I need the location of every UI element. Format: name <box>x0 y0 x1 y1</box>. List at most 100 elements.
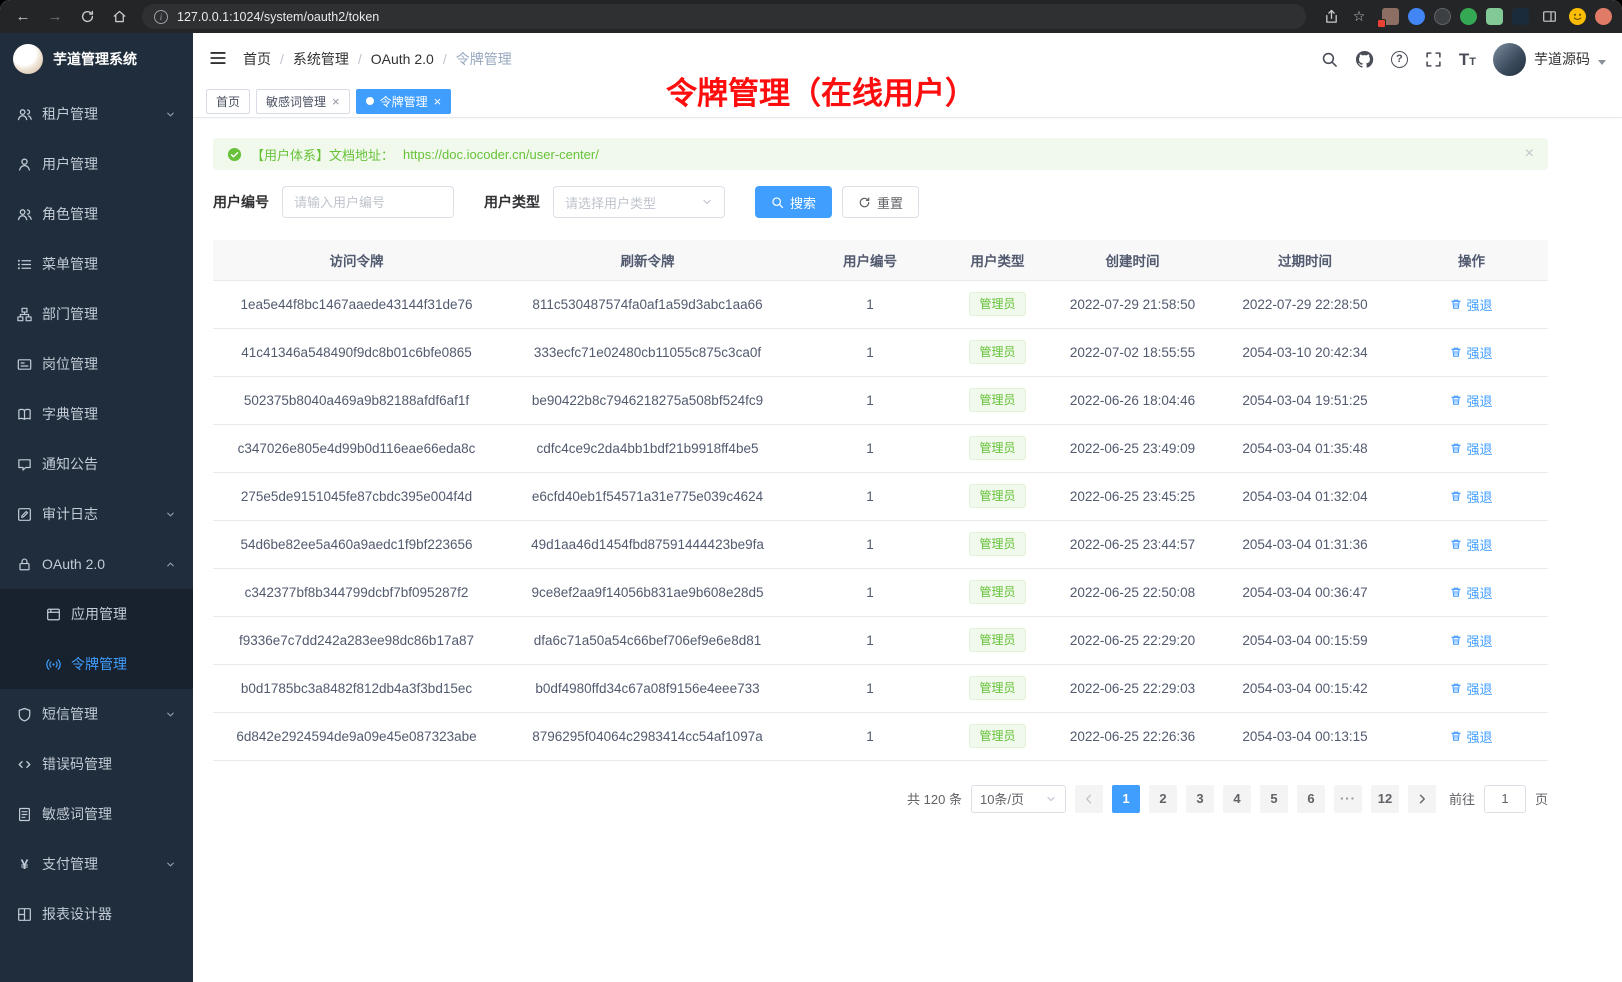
sidebar-item-dept[interactable]: 部门管理 <box>0 289 193 339</box>
user-type-cell: 管理员 <box>945 376 1050 424</box>
doc-link[interactable]: https://doc.iocoder.cn/user-center/ <box>403 147 599 162</box>
user-type-badge: 管理员 <box>969 724 1025 748</box>
force-logout-button[interactable]: 强退 <box>1450 583 1492 602</box>
action-cell: 强退 <box>1395 616 1548 664</box>
force-logout-label: 强退 <box>1466 487 1492 506</box>
collapse-sidebar-button[interactable] <box>209 49 229 69</box>
force-logout-button[interactable]: 强退 <box>1450 295 1492 314</box>
access-token-cell: 6d842e2924594de9a09e45e087323abe <box>213 712 500 760</box>
force-logout-button[interactable]: 强退 <box>1450 439 1492 458</box>
sidebar-item-dict[interactable]: 字典管理 <box>0 389 193 439</box>
home-button[interactable] <box>106 4 132 30</box>
github-button[interactable] <box>1355 50 1374 69</box>
url-text[interactable]: 127.0.0.1:1024/system/oauth2/token <box>177 10 379 24</box>
access-token-cell: 275e5de9151045fe87cbdc395e004f4d <box>213 472 500 520</box>
breadcrumb-oauth2[interactable]: OAuth 2.0 <box>371 51 434 67</box>
breadcrumb-home[interactable]: 首页 <box>243 49 271 69</box>
goto-page-input[interactable] <box>1484 785 1526 813</box>
split-view-button[interactable] <box>1538 6 1560 28</box>
sidebar-item-sms[interactable]: 短信管理 <box>0 689 193 739</box>
people-icon <box>17 107 32 122</box>
font-size-button[interactable]: TT <box>1459 51 1476 68</box>
trash-icon <box>1450 346 1462 358</box>
fullscreen-button[interactable] <box>1425 51 1442 68</box>
forward-button[interactable]: → <box>42 4 68 30</box>
col-access-token: 访问令牌 <box>213 240 500 280</box>
user-id-cell: 1 <box>795 520 945 568</box>
sidebar-item-app-mgmt[interactable]: 应用管理 <box>0 589 193 639</box>
browser-profile-avatar[interactable] <box>1595 8 1612 25</box>
created-time-cell: 2022-07-02 18:55:55 <box>1050 328 1215 376</box>
extension-icon[interactable] <box>1512 8 1529 25</box>
app-logo[interactable]: 芋道管理系统 <box>0 33 193 85</box>
sidebar-item-menu[interactable]: 菜单管理 <box>0 239 193 289</box>
user-menu[interactable]: 芋道源码 <box>1493 43 1606 76</box>
extension-badge <box>1377 19 1386 28</box>
sidebar-item-label: 用户管理 <box>42 154 98 174</box>
tab-close-icon[interactable]: × <box>332 95 340 108</box>
page-number-12[interactable]: 12 <box>1371 785 1399 813</box>
force-logout-button[interactable]: 强退 <box>1450 391 1492 410</box>
expire-time-cell: 2054-03-04 00:15:42 <box>1215 664 1395 712</box>
site-info-icon[interactable]: i <box>154 10 168 24</box>
id-card-icon <box>17 357 32 372</box>
sidebar-item-token-mgmt[interactable]: 令牌管理 <box>0 639 193 689</box>
user-type-select[interactable]: 请选择用户类型 <box>553 186 725 218</box>
col-refresh-token: 刷新令牌 <box>500 240 795 280</box>
next-page-button[interactable] <box>1408 785 1436 813</box>
address-bar[interactable]: i 127.0.0.1:1024/system/oauth2/token <box>142 4 1306 29</box>
browser-toolbar: ← → i 127.0.0.1:1024/system/oauth2/token… <box>0 0 1622 33</box>
extension-icon[interactable] <box>1382 8 1399 25</box>
chevron-up-icon <box>165 559 176 570</box>
tab-close-icon[interactable]: × <box>434 95 442 108</box>
force-logout-button[interactable]: 强退 <box>1450 343 1492 362</box>
alert-close-icon[interactable]: × <box>1525 146 1534 162</box>
extension-icon[interactable] <box>1408 8 1425 25</box>
page-number-4[interactable]: 4 <box>1223 785 1251 813</box>
user-id-label: 用户编号 <box>213 192 269 212</box>
sidebar-item-user[interactable]: 用户管理 <box>0 139 193 189</box>
user-id-input[interactable] <box>282 186 454 218</box>
search-button[interactable]: 搜索 <box>755 186 832 218</box>
page-size-select[interactable]: 10条/页 <box>971 785 1066 813</box>
tab-home[interactable]: 首页 <box>206 89 250 114</box>
extension-icon[interactable] <box>1460 8 1477 25</box>
force-logout-button[interactable]: 强退 <box>1450 535 1492 554</box>
search-button[interactable] <box>1321 51 1338 68</box>
force-logout-button[interactable]: 强退 <box>1450 631 1492 650</box>
force-logout-button[interactable]: 强退 <box>1450 679 1492 698</box>
total-count: 共 120 条 <box>907 789 962 808</box>
prev-page-button[interactable] <box>1075 785 1103 813</box>
reload-button[interactable] <box>74 4 100 30</box>
tab-sensitive-words[interactable]: 敏感词管理 × <box>256 89 350 114</box>
page-number-2[interactable]: 2 <box>1149 785 1177 813</box>
force-logout-button[interactable]: 强退 <box>1450 487 1492 506</box>
sidebar-item-tenant[interactable]: 租户管理 <box>0 89 193 139</box>
sidebar-item-report-designer[interactable]: 报表设计器 <box>0 889 193 939</box>
breadcrumb-system[interactable]: 系统管理 <box>293 49 349 69</box>
sidebar-item-notice[interactable]: 通知公告 <box>0 439 193 489</box>
emoji-extension-icon[interactable] <box>1569 8 1586 25</box>
share-button[interactable] <box>1320 6 1342 28</box>
sidebar-item-post[interactable]: 岗位管理 <box>0 339 193 389</box>
extension-icon[interactable] <box>1486 8 1503 25</box>
help-button[interactable]: ? <box>1391 51 1408 68</box>
extension-icon[interactable] <box>1434 8 1451 25</box>
tab-token-mgmt[interactable]: 令牌管理 × <box>356 89 452 114</box>
sidebar-item-sensitive-words[interactable]: 敏感词管理 <box>0 789 193 839</box>
tags-view: 首页 敏感词管理 × 令牌管理 × <box>193 85 1622 118</box>
sidebar-item-audit-log[interactable]: 审计日志 <box>0 489 193 539</box>
page-number-6[interactable]: 6 <box>1297 785 1325 813</box>
more-pages-button[interactable]: ··· <box>1334 785 1362 813</box>
force-logout-button[interactable]: 强退 <box>1450 727 1492 746</box>
reset-button[interactable]: 重置 <box>842 186 919 218</box>
sidebar-item-payment[interactable]: ¥ 支付管理 <box>0 839 193 889</box>
page-number-3[interactable]: 3 <box>1186 785 1214 813</box>
page-number-5[interactable]: 5 <box>1260 785 1288 813</box>
sidebar-item-oauth2[interactable]: OAuth 2.0 <box>0 539 193 589</box>
back-button[interactable]: ← <box>10 4 36 30</box>
bookmark-star-button[interactable]: ☆ <box>1348 6 1370 28</box>
sidebar-item-error-code[interactable]: 错误码管理 <box>0 739 193 789</box>
page-number-1[interactable]: 1 <box>1112 785 1140 813</box>
sidebar-item-role[interactable]: 角色管理 <box>0 189 193 239</box>
